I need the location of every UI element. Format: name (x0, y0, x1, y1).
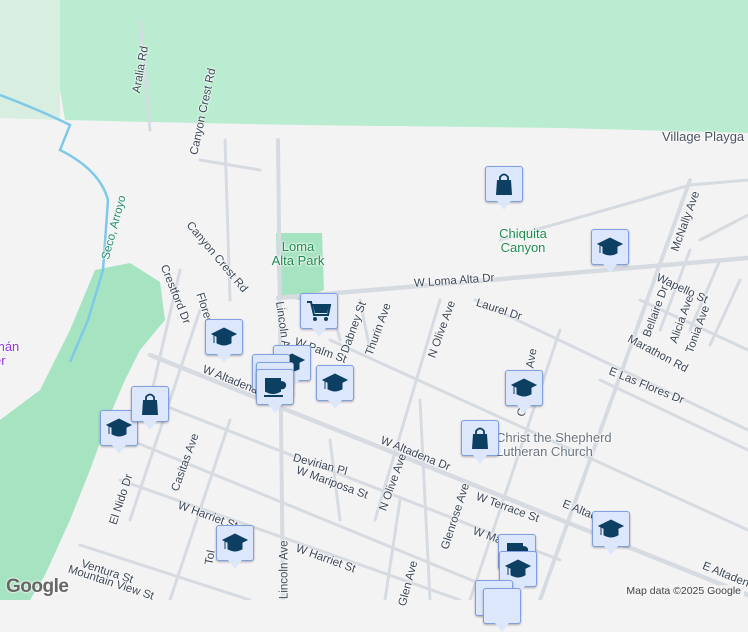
school-marker[interactable] (205, 319, 243, 363)
poi-label-village-playground[interactable]: Village Playga (662, 130, 744, 144)
shopping-bag-icon (496, 173, 512, 195)
graduation-cap-icon (597, 519, 625, 538)
school-marker[interactable] (592, 511, 630, 555)
poi-label-chiquita-canyon[interactable]: Chiquita Canyon (490, 227, 556, 254)
graduation-cap-icon (321, 373, 349, 392)
shopping-bag-icon (142, 393, 158, 415)
grocery-marker[interactable] (300, 293, 338, 337)
graduation-cap-icon (510, 378, 538, 397)
arroyo-park (0, 263, 165, 600)
shopping-marker[interactable] (131, 386, 169, 430)
forest-area (60, 0, 748, 133)
poi-label-loma-alta-park[interactable]: Loma Alta Park (270, 240, 326, 267)
forest-area (0, 0, 60, 120)
poi-label-church[interactable]: Christ the Shepherd Lutheran Church (496, 431, 616, 458)
school-marker[interactable] (505, 370, 543, 414)
shopping-marker[interactable] (461, 420, 499, 464)
poi-label-center[interactable]: mán er (0, 340, 24, 367)
map-attribution[interactable]: Map data ©2025 Google (623, 585, 744, 597)
stacked-marker[interactable] (483, 588, 521, 632)
google-logo: Google (6, 576, 69, 597)
shopping-bag-icon (472, 427, 488, 449)
shopping-cart-icon (307, 301, 332, 321)
graduation-cap-icon (210, 327, 238, 346)
graduation-cap-icon (105, 418, 133, 437)
shopping-marker[interactable] (485, 166, 523, 210)
graduation-cap-icon (504, 559, 532, 578)
street-label: Lincoln Ave (278, 540, 291, 600)
graduation-cap-icon (221, 533, 249, 552)
school-marker[interactable] (216, 525, 254, 569)
coffee-cup-icon (264, 378, 287, 397)
school-marker[interactable] (316, 365, 354, 409)
graduation-cap-icon (596, 237, 624, 256)
cafe-marker[interactable] (256, 369, 294, 413)
school-marker[interactable] (591, 229, 629, 273)
